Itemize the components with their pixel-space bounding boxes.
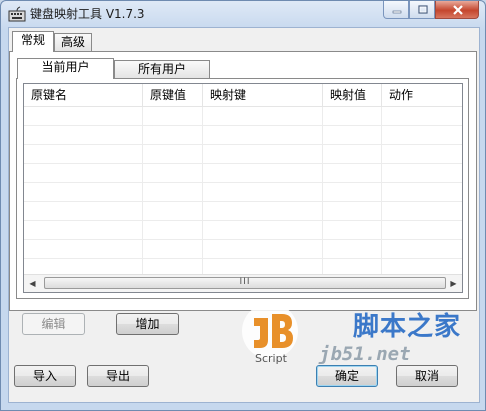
table-row — [24, 240, 462, 259]
table-cell — [143, 145, 203, 163]
table-row — [24, 221, 462, 240]
table-cell — [143, 221, 203, 239]
table-cell — [143, 240, 203, 258]
column-header-mapped-key[interactable]: 映射键 — [203, 84, 323, 106]
table-cell — [24, 240, 143, 258]
table-cell — [24, 107, 143, 125]
table-cell — [323, 126, 382, 144]
table-cell — [143, 183, 203, 201]
ok-button[interactable]: 确定 — [316, 365, 378, 387]
watermark-logo-text: Script — [255, 352, 287, 365]
column-header-action[interactable]: 动作 — [382, 84, 462, 106]
tab-general[interactable]: 常规 — [12, 31, 54, 52]
table-cell — [24, 126, 143, 144]
table-cell — [203, 145, 323, 163]
table-cell — [323, 145, 382, 163]
table-cell — [323, 221, 382, 239]
table-cell — [143, 107, 203, 125]
table-cell — [203, 183, 323, 201]
table-cell — [24, 202, 143, 220]
column-header-source-key-name[interactable]: 原键名 — [24, 84, 143, 106]
keyboard-icon — [8, 6, 26, 22]
table-cell — [382, 107, 462, 125]
maximize-icon — [418, 5, 428, 14]
table-cell — [323, 164, 382, 182]
table-cell — [203, 107, 323, 125]
table-cell — [382, 164, 462, 182]
table-cell — [323, 107, 382, 125]
table-cell — [24, 145, 143, 163]
table-cell — [143, 164, 203, 182]
minimize-icon — [392, 10, 402, 14]
cancel-button[interactable]: 取消 — [396, 365, 458, 387]
tab-advanced[interactable]: 高级 — [54, 33, 92, 52]
edit-button[interactable]: 编辑 — [22, 313, 85, 335]
import-button[interactable]: 导入 — [14, 365, 76, 387]
table-cell — [323, 202, 382, 220]
table-cell — [24, 221, 143, 239]
caption-buttons — [383, 1, 479, 20]
horizontal-scrollbar[interactable]: ◀ III ▶ — [24, 274, 462, 292]
table-header: 原键名 原键值 映射键 映射值 动作 — [24, 84, 462, 107]
tab-current-user[interactable]: 当前用户 — [17, 58, 114, 79]
maximize-button[interactable] — [409, 1, 435, 19]
table-cell — [203, 221, 323, 239]
table-cell — [382, 126, 462, 144]
table-cell — [382, 183, 462, 201]
tab-all-users[interactable]: 所有用户 — [114, 60, 210, 79]
table-cell — [382, 240, 462, 258]
table-cell — [203, 164, 323, 182]
key-mapping-table[interactable]: 原键名 原键值 映射键 映射值 动作 ◀ III ▶ — [23, 83, 463, 293]
table-cell — [203, 202, 323, 220]
watermark-url: jb51.net — [319, 343, 411, 365]
table-cell — [203, 126, 323, 144]
column-header-source-key-value[interactable]: 原键值 — [143, 84, 203, 106]
title-bar[interactable]: 键盘映射工具 V1.7.3 — [1, 1, 485, 27]
table-cell — [143, 202, 203, 220]
table-row — [24, 202, 462, 221]
table-row — [24, 164, 462, 183]
table-body — [24, 107, 462, 278]
table-cell — [24, 164, 143, 182]
table-cell — [143, 126, 203, 144]
table-row — [24, 107, 462, 126]
table-cell — [24, 183, 143, 201]
scrollbar-grip: III — [239, 277, 251, 287]
close-button[interactable] — [435, 1, 479, 19]
column-header-mapped-value[interactable]: 映射值 — [323, 84, 382, 106]
table-row — [24, 183, 462, 202]
close-icon — [453, 5, 463, 15]
table-cell — [382, 221, 462, 239]
table-row — [24, 145, 462, 164]
minimize-button[interactable] — [383, 1, 409, 19]
scroll-right-icon[interactable]: ▶ — [445, 275, 462, 292]
add-button[interactable]: 增加 — [116, 313, 179, 335]
table-row — [24, 126, 462, 145]
table-cell — [382, 202, 462, 220]
table-cell — [323, 183, 382, 201]
table-cell — [382, 145, 462, 163]
watermark-site-name: 脚本之家 — [353, 312, 462, 342]
window-title: 键盘映射工具 V1.7.3 — [30, 7, 145, 21]
scrollbar-thumb[interactable]: III — [44, 277, 446, 289]
table-cell — [203, 240, 323, 258]
export-button[interactable]: 导出 — [87, 365, 149, 387]
scroll-left-icon[interactable]: ◀ — [24, 275, 41, 292]
table-cell — [323, 240, 382, 258]
